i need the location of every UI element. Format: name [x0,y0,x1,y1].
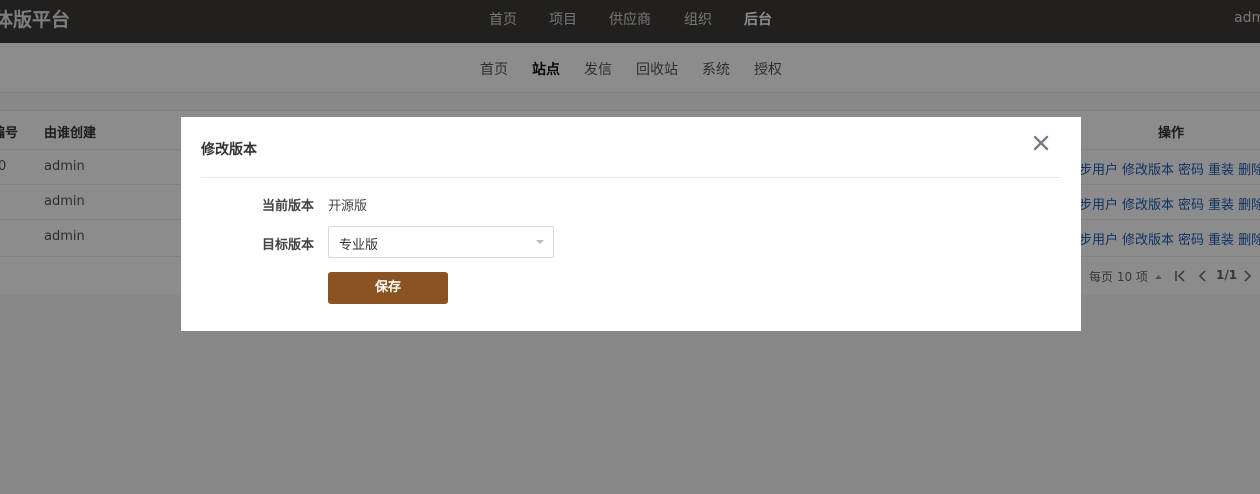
target-version-select[interactable]: 专业版 [328,226,554,258]
target-version-label: 目标版本 [261,238,314,253]
modal-title: 修改版本 [201,142,257,158]
change-version-modal: 修改版本 当前版本 开源版 目标版本 专业版 保存 [181,117,1081,331]
chevron-down-icon [536,240,544,244]
modal-divider [201,177,1061,178]
current-version-value: 开源版 [328,199,368,214]
save-button[interactable]: 保存 [328,272,448,304]
current-version-label: 当前版本 [261,199,314,214]
close-icon[interactable] [1031,133,1051,153]
target-version-value: 专业版 [339,238,379,253]
